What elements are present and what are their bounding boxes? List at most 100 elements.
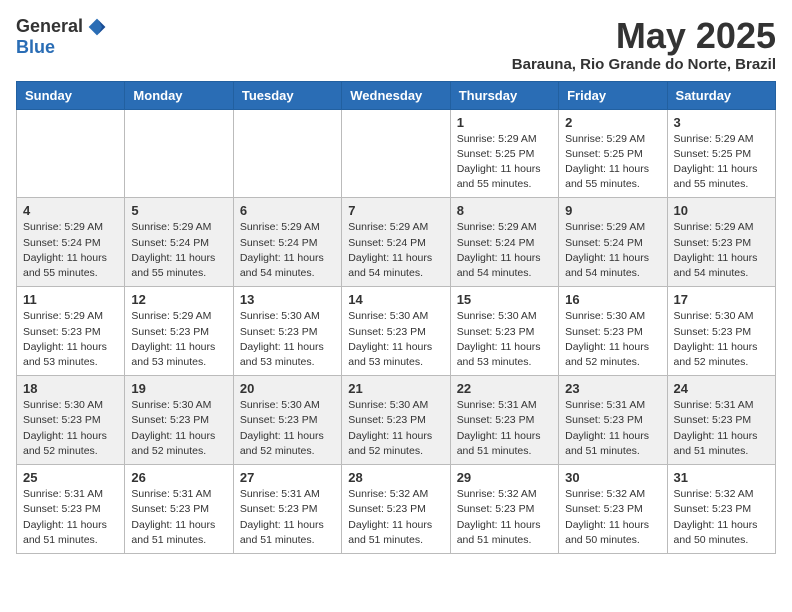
day-number: 27 [240,470,335,485]
location: Barauna, Rio Grande do Norte, Brazil [512,56,776,73]
table-row: 12 Sunrise: 5:29 AMSunset: 5:23 PMDayligh… [125,287,233,376]
logo-general-text: General [16,16,83,37]
table-row: 18Sunrise: 5:30 AMSunset: 5:23 PMDayligh… [17,376,125,465]
day-number: 5 [131,203,226,218]
day-number: 11 [23,292,118,307]
day-number: 23 [565,381,660,396]
table-row: 3 Sunrise: 5:29 AMSunset: 5:25 PMDaylight… [667,109,775,198]
table-row: 8 Sunrise: 5:29 AMSunset: 5:24 PMDaylight… [450,198,558,287]
day-number: 9 [565,203,660,218]
table-row: 14 Sunrise: 5:30 AMSunset: 5:23 PMDayligh… [342,287,450,376]
day-info: Sunrise: 5:29 AMSunset: 5:24 PMDaylight:… [457,220,552,281]
day-info: Sunrise: 5:30 AMSunset: 5:23 PMDaylight:… [131,398,226,459]
table-row: 1Sunrise: 5:29 AMSunset: 5:25 PMDaylight… [450,109,558,198]
table-row: 7 Sunrise: 5:29 AMSunset: 5:24 PMDaylight… [342,198,450,287]
day-info: Sunrise: 5:30 AMSunset: 5:23 PMDaylight:… [348,398,443,459]
day-number: 2 [565,115,660,130]
day-number: 14 [348,292,443,307]
day-number: 24 [674,381,769,396]
day-info: Sunrise: 5:32 AMSunset: 5:23 PMDaylight:… [348,487,443,548]
calendar-week-row: 4 Sunrise: 5:29 AMSunset: 5:24 PMDaylight… [17,198,776,287]
day-number: 20 [240,381,335,396]
calendar: Sunday Monday Tuesday Wednesday Thursday… [16,81,776,554]
table-row: 31 Sunrise: 5:32 AMSunset: 5:23 PMDayligh… [667,465,775,554]
calendar-week-row: 11 Sunrise: 5:29 AMSunset: 5:23 PMDayligh… [17,287,776,376]
table-row: 6 Sunrise: 5:29 AMSunset: 5:24 PMDaylight… [233,198,341,287]
table-row [342,109,450,198]
day-number: 7 [348,203,443,218]
day-number: 16 [565,292,660,307]
month-title: May 2025 [512,16,776,56]
day-info: Sunrise: 5:29 AMSunset: 5:25 PMDaylight:… [457,132,552,193]
calendar-week-row: 18 Sunrise: 5:30 AMSunset: 5:23 PMDayligh… [17,376,776,465]
day-info: Sunrise: 5:30 AMSunset: 5:23 PMDaylight:… [565,309,660,370]
day-info: Sunrise: 5:29 AMSunset: 5:24 PMDaylight:… [240,220,335,281]
logo-blue-text: Blue [16,37,55,58]
day-number: 4 [23,203,118,218]
day-info: Sunrise: 5:30 AMSunset: 5:23 PMDaylight:… [240,309,335,370]
day-number: 8 [457,203,552,218]
header-thursday: Thursday [450,81,558,109]
table-row: 25 Sunrise: 5:31 AMSunset: 5:23 PMDayligh… [17,465,125,554]
header: General Blue May 2025 Barauna, Rio Grand… [16,16,776,73]
day-info: Sunrise: 5:31 AMSunset: 5:23 PMDaylight:… [565,398,660,459]
day-info: Sunrise: 5:30 AMSunset: 5:23 PMDaylight:… [348,309,443,370]
calendar-week-row: 1Sunrise: 5:29 AMSunset: 5:25 PMDaylight… [17,109,776,198]
header-wednesday: Wednesday [342,81,450,109]
table-row: 30Sunrise: 5:32 AMSunset: 5:23 PMDayligh… [559,465,667,554]
table-row: 5 Sunrise: 5:29 AMSunset: 5:24 PMDaylight… [125,198,233,287]
day-info: Sunrise: 5:29 AMSunset: 5:23 PMDaylight:… [23,309,118,370]
table-row: 28 Sunrise: 5:32 AMSunset: 5:23 PMDayligh… [342,465,450,554]
day-info: Sunrise: 5:32 AMSunset: 5:23 PMDaylight:… [457,487,552,548]
day-info: Sunrise: 5:29 AMSunset: 5:24 PMDaylight:… [131,220,226,281]
title-section: May 2025 Barauna, Rio Grande do Norte, B… [512,16,776,73]
table-row: 4 Sunrise: 5:29 AMSunset: 5:24 PMDaylight… [17,198,125,287]
table-row: 11 Sunrise: 5:29 AMSunset: 5:23 PMDayligh… [17,287,125,376]
day-info: Sunrise: 5:29 AMSunset: 5:25 PMDaylight:… [565,132,660,193]
day-number: 31 [674,470,769,485]
day-info: Sunrise: 5:30 AMSunset: 5:23 PMDaylight:… [674,309,769,370]
header-tuesday: Tuesday [233,81,341,109]
day-info: Sunrise: 5:32 AMSunset: 5:23 PMDaylight:… [674,487,769,548]
day-number: 29 [457,470,552,485]
table-row [233,109,341,198]
day-number: 28 [348,470,443,485]
table-row: 15Sunrise: 5:30 AMSunset: 5:23 PMDayligh… [450,287,558,376]
day-number: 18 [23,381,118,396]
day-info: Sunrise: 5:31 AMSunset: 5:23 PMDaylight:… [674,398,769,459]
day-info: Sunrise: 5:29 AMSunset: 5:25 PMDaylight:… [674,132,769,193]
table-row [125,109,233,198]
day-info: Sunrise: 5:31 AMSunset: 5:23 PMDaylight:… [131,487,226,548]
table-row: 10Sunrise: 5:29 AMSunset: 5:23 PMDayligh… [667,198,775,287]
header-friday: Friday [559,81,667,109]
day-number: 17 [674,292,769,307]
day-info: Sunrise: 5:29 AMSunset: 5:23 PMDaylight:… [131,309,226,370]
table-row [17,109,125,198]
day-number: 3 [674,115,769,130]
table-row: 29 Sunrise: 5:32 AMSunset: 5:23 PMDayligh… [450,465,558,554]
day-number: 13 [240,292,335,307]
calendar-header-row: Sunday Monday Tuesday Wednesday Thursday… [17,81,776,109]
table-row: 17 Sunrise: 5:30 AMSunset: 5:23 PMDayligh… [667,287,775,376]
day-info: Sunrise: 5:31 AMSunset: 5:23 PMDaylight:… [457,398,552,459]
day-number: 25 [23,470,118,485]
day-number: 30 [565,470,660,485]
table-row: 19Sunrise: 5:30 AMSunset: 5:23 PMDayligh… [125,376,233,465]
day-info: Sunrise: 5:29 AMSunset: 5:24 PMDaylight:… [23,220,118,281]
table-row: 27Sunrise: 5:31 AMSunset: 5:23 PMDayligh… [233,465,341,554]
day-number: 12 [131,292,226,307]
table-row: 21Sunrise: 5:30 AMSunset: 5:23 PMDayligh… [342,376,450,465]
logo-icon [87,17,107,37]
table-row: 23 Sunrise: 5:31 AMSunset: 5:23 PMDayligh… [559,376,667,465]
day-info: Sunrise: 5:29 AMSunset: 5:24 PMDaylight:… [348,220,443,281]
header-saturday: Saturday [667,81,775,109]
day-info: Sunrise: 5:29 AMSunset: 5:24 PMDaylight:… [565,220,660,281]
table-row: 26Sunrise: 5:31 AMSunset: 5:23 PMDayligh… [125,465,233,554]
day-number: 6 [240,203,335,218]
day-info: Sunrise: 5:31 AMSunset: 5:23 PMDaylight:… [23,487,118,548]
day-info: Sunrise: 5:29 AMSunset: 5:23 PMDaylight:… [674,220,769,281]
page-wrapper: General Blue May 2025 Barauna, Rio Grand… [16,16,776,554]
table-row: 24 Sunrise: 5:31 AMSunset: 5:23 PMDayligh… [667,376,775,465]
day-info: Sunrise: 5:30 AMSunset: 5:23 PMDaylight:… [240,398,335,459]
table-row: 13 Sunrise: 5:30 AMSunset: 5:23 PMDayligh… [233,287,341,376]
